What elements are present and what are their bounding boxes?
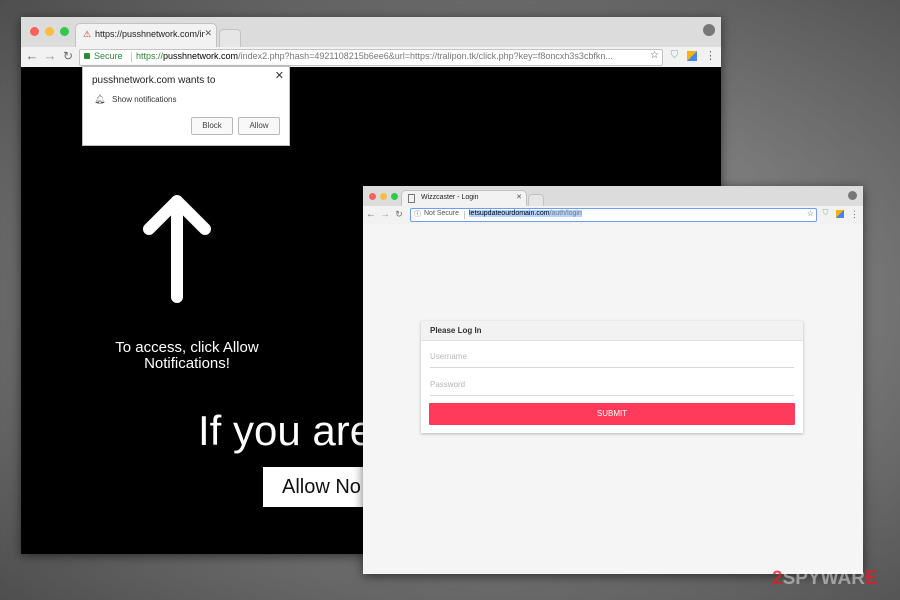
watermark-prefix: 2 (772, 568, 783, 589)
reload-icon[interactable]: ↻ (394, 207, 404, 222)
url-rest: /index2.php?hash=4921108215b6ee6&url=htt… (238, 51, 613, 61)
page-content: Please Log In Username Password SUBMIT (363, 224, 863, 574)
allow-notifications-label: Allow No (282, 476, 361, 498)
maximize-window-button[interactable] (60, 27, 69, 36)
extension-icon[interactable] (836, 210, 844, 218)
reload-icon[interactable]: ↻ (61, 48, 75, 64)
url-scheme: https:// (136, 51, 164, 61)
shield-extension-icon[interactable]: ⛉ (821, 208, 830, 218)
new-tab-button[interactable] (219, 29, 241, 48)
page-icon (408, 194, 415, 203)
address-divider (464, 211, 465, 219)
watermark-text: SPYWAR (782, 568, 865, 589)
tab-pusshnetwork[interactable]: ⚠ https://pusshnetwork.com/ind ✕ (75, 23, 217, 48)
address-bar[interactable]: ⓘ Not Secure letsupdateourdomain.com/aut… (410, 208, 817, 222)
password-field[interactable]: Password (430, 375, 794, 396)
title-bar: Wizzcaster - Login ✕ (363, 186, 863, 207)
toolbar: ← → ↻ ⓘ Not Secure letsupdateourdomain.c… (363, 206, 863, 225)
browser-window-login: Wizzcaster - Login ✕ ← → ↻ ⓘ Not Secure … (363, 186, 863, 574)
address-divider (131, 52, 132, 62)
forward-icon[interactable]: → (43, 48, 57, 64)
back-icon[interactable]: ← (366, 207, 376, 222)
address-url: letsupdateourdomain.com/auth/login (469, 210, 582, 217)
bookmark-star-icon[interactable]: ☆ (650, 50, 659, 61)
info-icon: ⓘ (414, 211, 421, 218)
menu-icon[interactable]: ⋮ (705, 48, 716, 64)
url-path: /auth/login (549, 210, 582, 217)
login-header: Please Log In (421, 321, 803, 341)
back-icon[interactable]: ← (25, 48, 39, 64)
minimize-window-button[interactable] (380, 193, 387, 200)
maximize-window-button[interactable] (391, 193, 398, 200)
account-icon[interactable] (848, 191, 857, 200)
address-url: https://pusshnetwork.com/index2.php?hash… (136, 51, 613, 61)
not-secure-label: Not Secure (424, 210, 460, 217)
tab-wizzcaster-login[interactable]: Wizzcaster - Login ✕ (401, 190, 527, 207)
instruction-line-1: To access, click Allow (115, 339, 259, 356)
menu-icon[interactable]: ⋮ (850, 207, 859, 222)
lock-icon (84, 53, 90, 59)
close-tab-icon[interactable]: ✕ (516, 193, 522, 201)
close-popup-icon[interactable]: ✕ (275, 69, 284, 82)
broadcast-icon: ⚠ (83, 29, 92, 39)
instruction-text: To access, click Allow Notifications! (97, 340, 277, 372)
tab-title: https://pusshnetwork.com/ind (95, 29, 205, 39)
username-field[interactable]: Username (430, 347, 794, 368)
notification-permission: Show notifications (112, 95, 177, 104)
forward-icon[interactable]: → (380, 207, 390, 222)
extension-icon[interactable] (687, 51, 697, 61)
allow-button[interactable]: Allow (238, 117, 280, 135)
bell-icon: 🔔︎ (94, 94, 106, 104)
bookmark-star-icon[interactable]: ☆ (807, 209, 814, 218)
up-arrow-icon (143, 195, 211, 303)
close-window-button[interactable] (369, 193, 376, 200)
url-host: letsupdateourdomain.com (469, 210, 550, 217)
address-bar[interactable]: Secure https://pusshnetwork.com/index2.p… (79, 49, 663, 66)
url-host: pusshnetwork.com (163, 51, 239, 61)
account-icon[interactable] (703, 24, 715, 36)
shield-extension-icon[interactable]: ⛉ (669, 50, 680, 62)
watermark-logo: 2SPYWARE (772, 568, 878, 590)
instruction-line-2: Notifications! (144, 355, 230, 372)
toolbar: ← → ↻ Secure https://pusshnetwork.com/in… (21, 47, 721, 68)
secure-label: Secure (94, 51, 123, 61)
login-card: Please Log In Username Password SUBMIT (421, 321, 803, 433)
title-bar: ⚠ https://pusshnetwork.com/ind ✕ (21, 17, 721, 48)
minimize-window-button[interactable] (45, 27, 54, 36)
notification-title: pusshnetwork.com wants to (92, 75, 216, 86)
submit-button[interactable]: SUBMIT (429, 403, 795, 425)
watermark-suffix: E (864, 568, 878, 589)
tab-title: Wizzcaster - Login (421, 194, 479, 201)
headline-text: If you are (198, 407, 374, 454)
close-tab-icon[interactable]: ✕ (204, 28, 212, 39)
close-window-button[interactable] (30, 27, 39, 36)
block-button[interactable]: Block (191, 117, 233, 135)
notification-permission-popup: pusshnetwork.com wants to ✕ 🔔︎ Show noti… (82, 66, 290, 146)
